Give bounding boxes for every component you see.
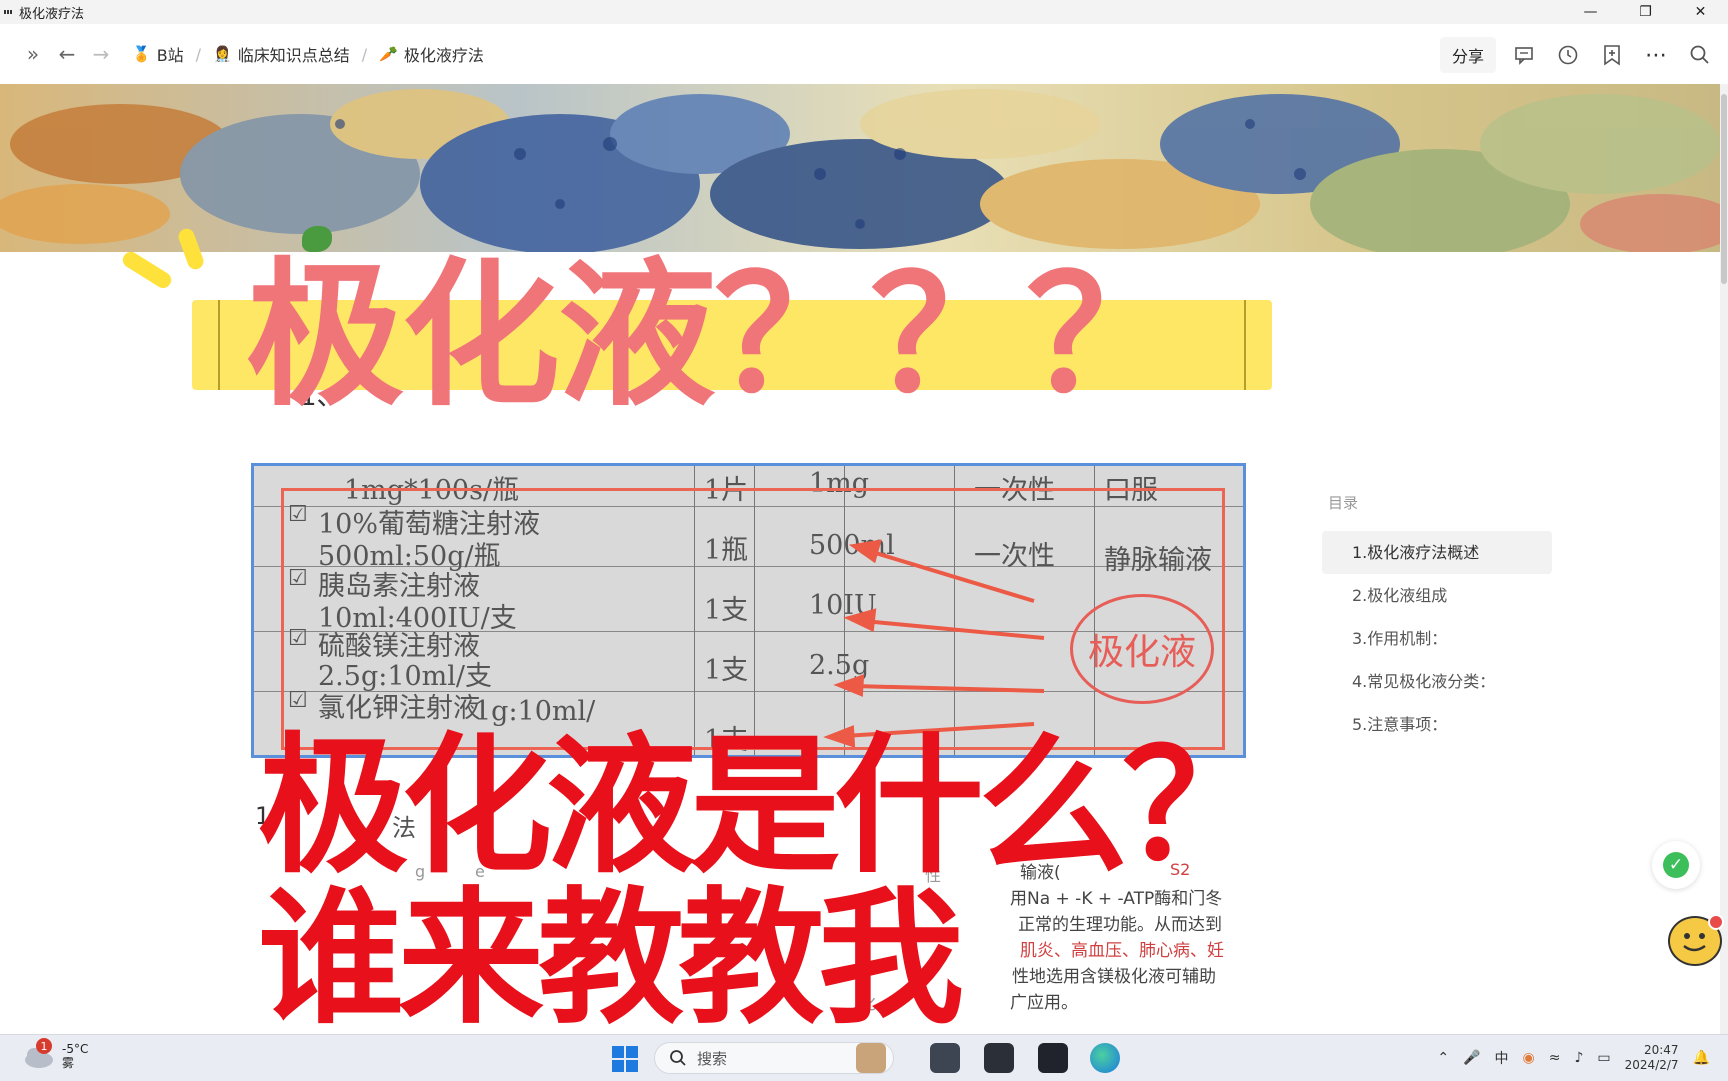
- file-explorer-icon[interactable]: [930, 1043, 960, 1073]
- highlight-edge: [1244, 300, 1246, 390]
- forward-icon[interactable]: →: [84, 37, 118, 71]
- body-text: 广应用。: [1010, 993, 1078, 1013]
- screen-capture-icon[interactable]: [1038, 1043, 1068, 1073]
- breadcrumb-label: 极化液疗法: [403, 46, 484, 65]
- minimize-icon[interactable]: —: [1563, 0, 1618, 24]
- window-titlebar: 极化液疗法 — ❐ ✕: [0, 0, 1728, 24]
- carrot-icon: 🥕: [379, 45, 398, 63]
- toc-item[interactable]: 5.注意事项：: [1322, 703, 1552, 746]
- clock-time: 20:47: [1643, 1043, 1679, 1057]
- weather-alert-badge: 1: [36, 1038, 52, 1054]
- notification-bell-icon[interactable]: 🔔: [1693, 1050, 1710, 1066]
- search-highlight-image[interactable]: [856, 1043, 886, 1073]
- taskbar: 1 -5°C 雾 搜索 ⌃ 🎤 中 ◉ ≈ ♪ ▭ 20:47 2024/2/7…: [0, 1034, 1728, 1081]
- notification-dot: [1708, 914, 1724, 930]
- clock[interactable]: 20:47 2024/2/7: [1625, 1043, 1679, 1073]
- system-tray: ⌃ 🎤 中 ◉ ≈ ♪ ▭ 20:47 2024/2/7 🔔: [1437, 1035, 1710, 1081]
- share-button[interactable]: 分享: [1439, 37, 1496, 73]
- cover-title: 极化液？？？: [246, 244, 1184, 428]
- temperature-label: -5°C: [62, 1042, 89, 1056]
- doctor-icon: 👩‍⚕️: [213, 45, 232, 63]
- page-scrollbar[interactable]: [1720, 84, 1728, 1034]
- highlight-edge: [218, 300, 220, 390]
- weather-widget[interactable]: 1 -5°C 雾: [22, 1038, 88, 1071]
- app-icon: [4, 9, 14, 15]
- medal-icon: 🏅: [132, 45, 151, 63]
- search-placeholder: 搜索: [697, 1049, 728, 1068]
- history-icon[interactable]: [1552, 39, 1584, 71]
- scrollbar-thumb[interactable]: [1721, 94, 1727, 284]
- table-of-contents: 目录 1.极化液疗法概述 2.极化液组成 3.作用机制： 4.常见极化液分类： …: [1322, 492, 1582, 746]
- wifi-icon[interactable]: ≈: [1549, 1050, 1561, 1066]
- toolbar-actions: 分享 ⋯: [1439, 37, 1716, 73]
- expand-sidebar-icon[interactable]: »: [16, 37, 50, 71]
- body-text: 正常的生理功能。从而达到: [1018, 915, 1222, 935]
- toc-item[interactable]: 1.极化液疗法概述: [1322, 531, 1552, 574]
- back-icon[interactable]: ←: [50, 37, 84, 71]
- decor-stroke: [119, 248, 175, 292]
- breadcrumb-item-current-doc[interactable]: 🥕 极化液疗法: [373, 38, 490, 70]
- prescription-image[interactable]: 1mg*100s/瓶 1片 1mg 一次性 口服 ☑ 10%葡萄糖注射液 500…: [251, 463, 1246, 758]
- close-icon[interactable]: ✕: [1673, 0, 1728, 24]
- breadcrumb-separator: /: [361, 44, 368, 64]
- doc-app-icon[interactable]: [984, 1043, 1014, 1073]
- more-icon[interactable]: ⋯: [1640, 39, 1672, 71]
- check-icon: ✓: [1663, 852, 1689, 878]
- cover-image: [0, 84, 1720, 252]
- add-bookmark-icon[interactable]: [1596, 39, 1628, 71]
- toc-title: 目录: [1328, 494, 1359, 512]
- breadcrumb-label: 临床知识点总结: [237, 46, 350, 65]
- volume-icon[interactable]: ♪: [1574, 1050, 1583, 1066]
- toc-item[interactable]: 4.常见极化液分类：: [1322, 660, 1552, 703]
- overlay-caption-line2: 谁来教教我: [258, 874, 964, 1044]
- breadcrumb-separator: /: [195, 44, 202, 64]
- toc-item[interactable]: 3.作用机制：: [1322, 617, 1552, 660]
- weather-text: -5°C 雾: [62, 1042, 88, 1070]
- weather-condition: 雾: [62, 1056, 75, 1070]
- search-icon: [670, 1050, 686, 1066]
- body-text: 肌炎、高血压、肺心病、妊: [1020, 941, 1224, 961]
- breadcrumb: 🏅 B站 / 👩‍⚕️ 临床知识点总结 / 🥕 极化液疗法: [126, 38, 490, 70]
- ime-indicator[interactable]: 中: [1495, 1048, 1509, 1068]
- body-text: 性地选用含镁极化液可辅助: [1012, 967, 1216, 987]
- breadcrumb-item-clinical-notes[interactable]: 👩‍⚕️ 临床知识点总结: [207, 38, 356, 70]
- restore-icon[interactable]: ❐: [1618, 0, 1673, 24]
- window-title: 极化液疗法: [19, 6, 85, 22]
- app-tray-icon[interactable]: ◉: [1523, 1050, 1535, 1066]
- stamp-label: 极化液: [1070, 594, 1214, 704]
- microphone-icon[interactable]: 🎤: [1463, 1050, 1480, 1066]
- assistant-mascot-button[interactable]: [1668, 914, 1724, 966]
- sync-status-button[interactable]: ✓: [1652, 841, 1700, 889]
- battery-icon[interactable]: ▭: [1597, 1050, 1610, 1066]
- breadcrumb-item-bilibili[interactable]: 🏅 B站: [126, 38, 190, 70]
- search-icon[interactable]: [1684, 39, 1716, 71]
- breadcrumb-label: B站: [156, 46, 184, 65]
- toc-item[interactable]: 2.极化液组成: [1322, 574, 1552, 617]
- edge-browser-icon[interactable]: [1090, 1043, 1120, 1073]
- chevron-up-icon[interactable]: ⌃: [1437, 1050, 1449, 1066]
- clock-date: 2024/2/7: [1624, 1058, 1679, 1072]
- windows-start-button[interactable]: [612, 1046, 638, 1072]
- overlay-caption-line1: 极化液是什么？: [258, 720, 1272, 894]
- comment-icon[interactable]: [1508, 39, 1540, 71]
- doc-toolbar: » ← → 🏅 B站 / 👩‍⚕️ 临床知识点总结 / 🥕 极化液疗法 分享 ⋯: [0, 24, 1728, 84]
- window-controls: — ❐ ✕: [1563, 0, 1728, 24]
